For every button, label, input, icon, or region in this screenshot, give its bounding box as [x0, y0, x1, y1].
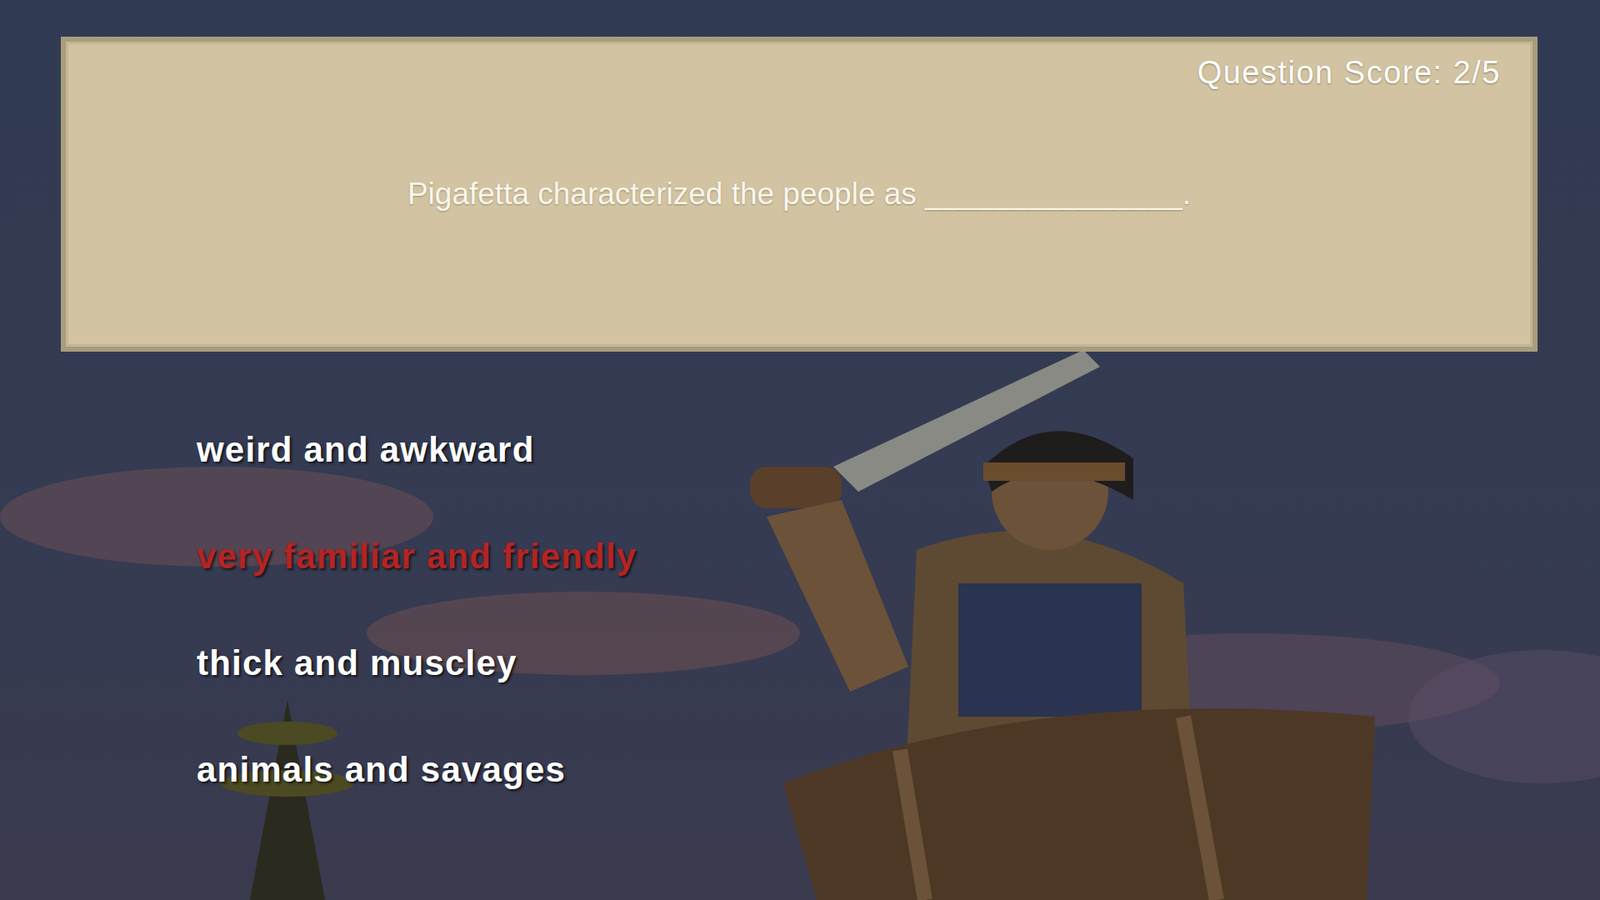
answer-option[interactable]: very familiar and friendly	[196, 503, 637, 610]
answer-option[interactable]: thick and muscley	[196, 610, 518, 717]
answer-list: weird and awkwardvery familiar and frien…	[60, 396, 1538, 824]
question-panel: Question Score: 2/5 Pigafetta characteriz…	[60, 36, 1538, 352]
answer-option[interactable]: weird and awkward	[196, 396, 535, 504]
question-text: Pigafetta characterized the people as __…	[407, 176, 1191, 212]
quiz-content: Question Score: 2/5 Pigafetta characteriz…	[0, 0, 1600, 824]
quiz-screen: Question Score: 2/5 Pigafetta characteriz…	[0, 0, 1600, 900]
answer-option[interactable]: animals and savages	[196, 716, 566, 824]
question-score: Question Score: 2/5	[1197, 55, 1501, 91]
